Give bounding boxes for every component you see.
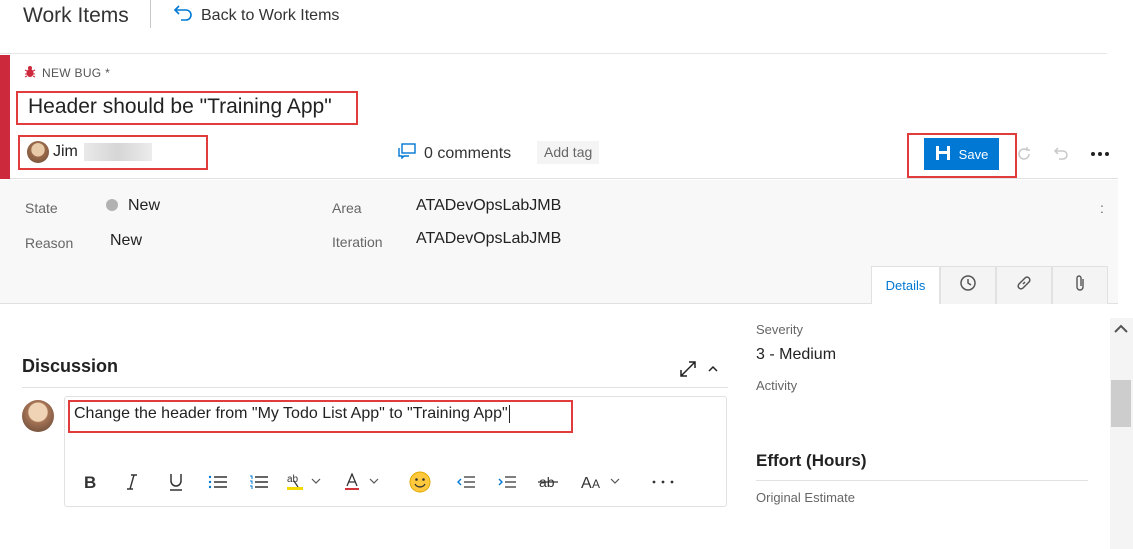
- redacted-name: [83, 143, 152, 161]
- back-to-work-items-link[interactable]: Back to Work Items: [173, 4, 339, 27]
- discussion-heading: Discussion: [22, 356, 119, 376]
- scrollbar-thumb[interactable]: [1111, 380, 1131, 427]
- save-label: Save: [958, 146, 989, 162]
- comment-text: Change the header from "My Todo List App…: [74, 405, 508, 423]
- tab-attachments[interactable]: [1052, 266, 1108, 304]
- highlight-icon[interactable]: ab: [285, 470, 327, 494]
- font-size-icon[interactable]: AA: [580, 470, 626, 494]
- numbered-list-icon[interactable]: [248, 470, 270, 494]
- fields-menu[interactable]: :: [1100, 200, 1104, 216]
- avatar: [27, 141, 49, 163]
- more-formatting-icon[interactable]: [651, 470, 675, 494]
- tab-history[interactable]: [940, 266, 996, 304]
- back-link-label: Back to Work Items: [201, 6, 340, 24]
- strikethrough-icon[interactable]: ab: [537, 470, 559, 494]
- activity-label: Activity: [756, 378, 798, 393]
- comment-input[interactable]: Change the header from "My Todo List App…: [74, 405, 510, 423]
- reason-label: Reason: [25, 235, 74, 251]
- area-field[interactable]: ATADevOpsLabJMB: [416, 197, 561, 215]
- work-item-header: NEW BUG * Header should be "Training App…: [0, 55, 1118, 179]
- state-indicator: [106, 199, 118, 211]
- iteration-field[interactable]: ATADevOpsLabJMB: [416, 230, 561, 248]
- svg-text:ab: ab: [287, 474, 299, 485]
- severity-field[interactable]: 3 - Medium: [756, 346, 836, 364]
- history-icon: [959, 274, 977, 297]
- iteration-label: Iteration: [332, 234, 383, 250]
- save-icon: [935, 145, 951, 164]
- top-bar: Work Items Back to Work Items: [0, 0, 1107, 54]
- original-estimate-label: Original Estimate: [756, 490, 855, 505]
- expand-icon[interactable]: [679, 360, 697, 383]
- scrollbar[interactable]: [1110, 318, 1133, 549]
- effort-divider: [756, 480, 1088, 481]
- more-actions-icon[interactable]: [1089, 143, 1111, 165]
- topbar-divider: [150, 0, 151, 28]
- bulleted-list-icon[interactable]: [207, 470, 229, 494]
- link-icon: [1015, 274, 1033, 297]
- area-label: Area: [332, 200, 362, 216]
- commenter-avatar: [22, 400, 54, 432]
- fields-section: State New Reason New Area ATADevOpsLabJM…: [0, 180, 1118, 304]
- bug-color-bar: [0, 55, 10, 179]
- state-field[interactable]: New: [128, 197, 160, 215]
- underline-icon[interactable]: [166, 470, 186, 494]
- reason-field[interactable]: New: [110, 232, 142, 250]
- comments-link[interactable]: 0 comments: [398, 143, 511, 164]
- undo-icon[interactable]: [1050, 143, 1072, 165]
- severity-label: Severity: [756, 322, 803, 337]
- svg-text:A: A: [592, 477, 600, 491]
- emoji-icon[interactable]: [408, 470, 432, 494]
- comments-icon: [398, 143, 416, 164]
- chevron-up-icon[interactable]: [706, 362, 720, 380]
- comments-count: 0 comments: [424, 144, 512, 162]
- font-color-icon[interactable]: [343, 470, 385, 494]
- increase-indent-icon[interactable]: [496, 470, 518, 494]
- back-arrow-icon: [173, 4, 193, 27]
- scroll-up-icon[interactable]: [1112, 322, 1130, 341]
- tab-details[interactable]: Details: [871, 266, 940, 304]
- assignee-name: Jim: [53, 143, 78, 160]
- tab-links[interactable]: [996, 266, 1052, 304]
- decrease-indent-icon[interactable]: [455, 470, 477, 494]
- text-cursor: [508, 405, 510, 423]
- state-label: State: [25, 200, 58, 216]
- page-title: Work Items: [23, 4, 129, 27]
- bug-icon: [24, 65, 36, 81]
- add-tag-button[interactable]: Add tag: [537, 141, 600, 164]
- italic-icon[interactable]: [122, 470, 142, 494]
- save-button[interactable]: Save: [924, 138, 999, 170]
- tab-bar: Details: [871, 266, 1108, 304]
- assignee-picker[interactable]: Jim: [27, 141, 152, 163]
- discussion-divider: [22, 387, 728, 388]
- work-item-type: NEW BUG *: [24, 65, 110, 81]
- work-item-type-label: NEW BUG *: [42, 66, 111, 80]
- attachment-icon: [1073, 274, 1087, 297]
- refresh-icon[interactable]: [1013, 143, 1035, 165]
- work-item-title[interactable]: Header should be "Training App": [28, 95, 332, 119]
- svg-text:A: A: [581, 475, 592, 491]
- svg-text:B: B: [84, 474, 96, 490]
- bold-icon[interactable]: B: [80, 470, 100, 494]
- effort-heading: Effort (Hours): [756, 451, 867, 470]
